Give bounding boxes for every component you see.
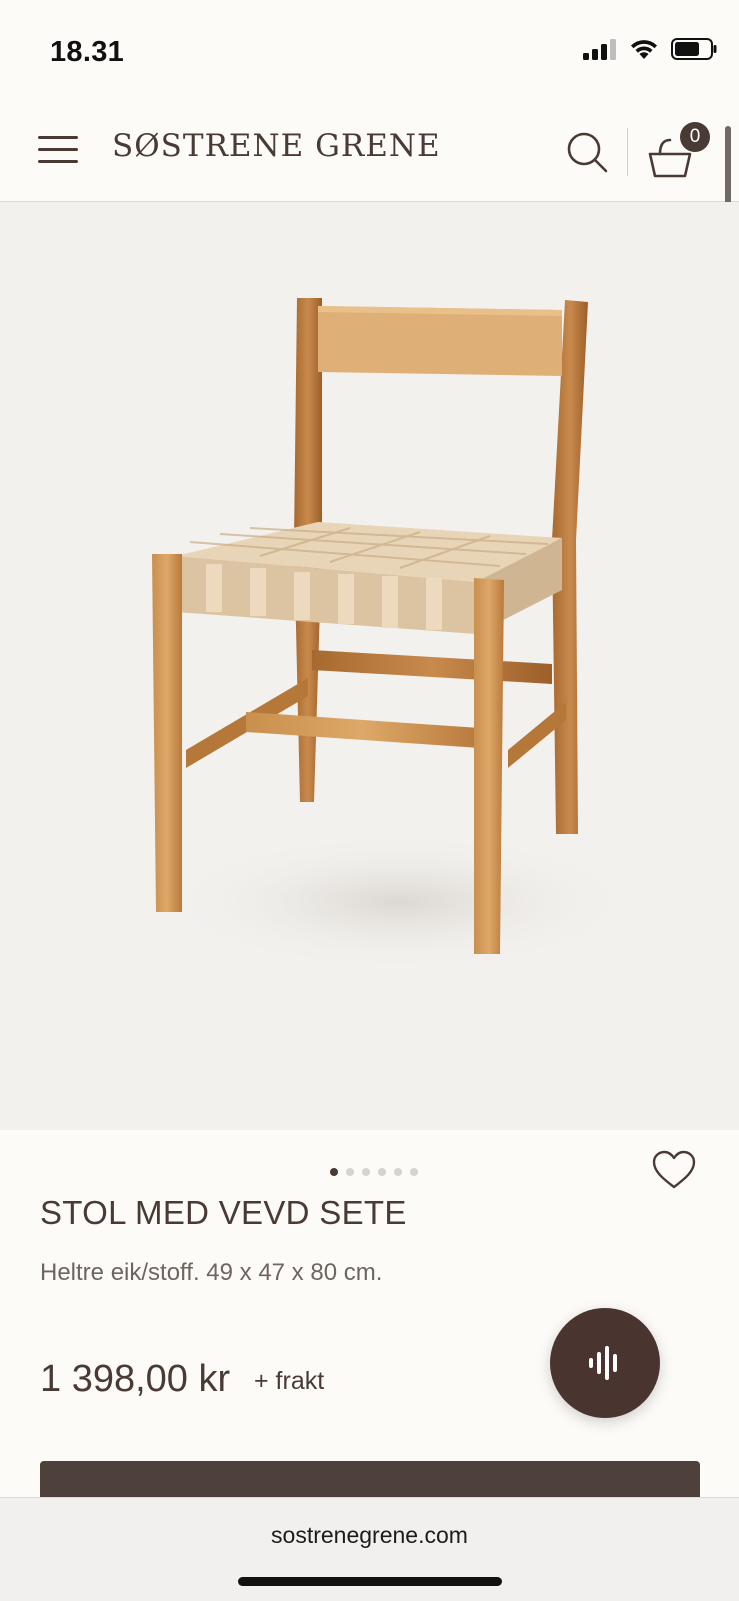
voice-assistant-button[interactable] xyxy=(550,1308,660,1418)
brand-logo[interactable]: SØSTRENE GRENE xyxy=(112,128,441,164)
carousel-dot[interactable] xyxy=(410,1168,418,1176)
wishlist-button[interactable] xyxy=(652,1150,696,1190)
image-carousel-dots[interactable] xyxy=(330,1168,418,1176)
wifi-icon xyxy=(631,40,657,59)
shipping-note: + frakt xyxy=(254,1367,325,1395)
cart-count-badge: 0 xyxy=(680,122,710,152)
menu-icon-line-bottom xyxy=(38,160,78,163)
search-icon xyxy=(567,132,608,173)
product-title: STOL MED VEVD SETE xyxy=(40,1194,407,1231)
carousel-dot[interactable] xyxy=(362,1168,370,1176)
search-button[interactable] xyxy=(565,130,609,174)
chair-illustration xyxy=(152,298,640,972)
cart-button[interactable]: 0 xyxy=(648,122,710,182)
menu-icon-line-top xyxy=(38,136,78,139)
header-divider xyxy=(627,128,628,176)
carousel-dot[interactable] xyxy=(346,1168,354,1176)
site-header: SØSTRENE GRENE 0 xyxy=(0,100,739,202)
status-icons xyxy=(583,38,717,60)
carousel-dot[interactable] xyxy=(394,1168,402,1176)
carousel-dot[interactable] xyxy=(330,1168,338,1176)
menu-button[interactable] xyxy=(38,136,80,164)
menu-icon-line-middle xyxy=(38,148,78,151)
battery-icon xyxy=(671,38,717,60)
browser-bottom-bar: sostrenegrene.com xyxy=(0,1497,739,1601)
cellular-signal-icon xyxy=(583,39,616,60)
carousel-dot[interactable] xyxy=(378,1168,386,1176)
heart-icon xyxy=(652,1150,696,1189)
status-time: 18.31 xyxy=(50,36,125,68)
product-price: 1 398,00 kr xyxy=(40,1358,231,1400)
product-image[interactable] xyxy=(0,202,739,1130)
status-bar: 18.31 xyxy=(0,0,739,100)
audio-waveform-icon xyxy=(589,1346,617,1380)
product-description: Heltre eik/stoff. 49 x 47 x 80 cm. xyxy=(40,1259,383,1286)
home-indicator[interactable] xyxy=(238,1577,502,1586)
address-bar-url[interactable]: sostrenegrene.com xyxy=(0,1522,739,1549)
add-to-cart-button[interactable] xyxy=(40,1461,700,1501)
